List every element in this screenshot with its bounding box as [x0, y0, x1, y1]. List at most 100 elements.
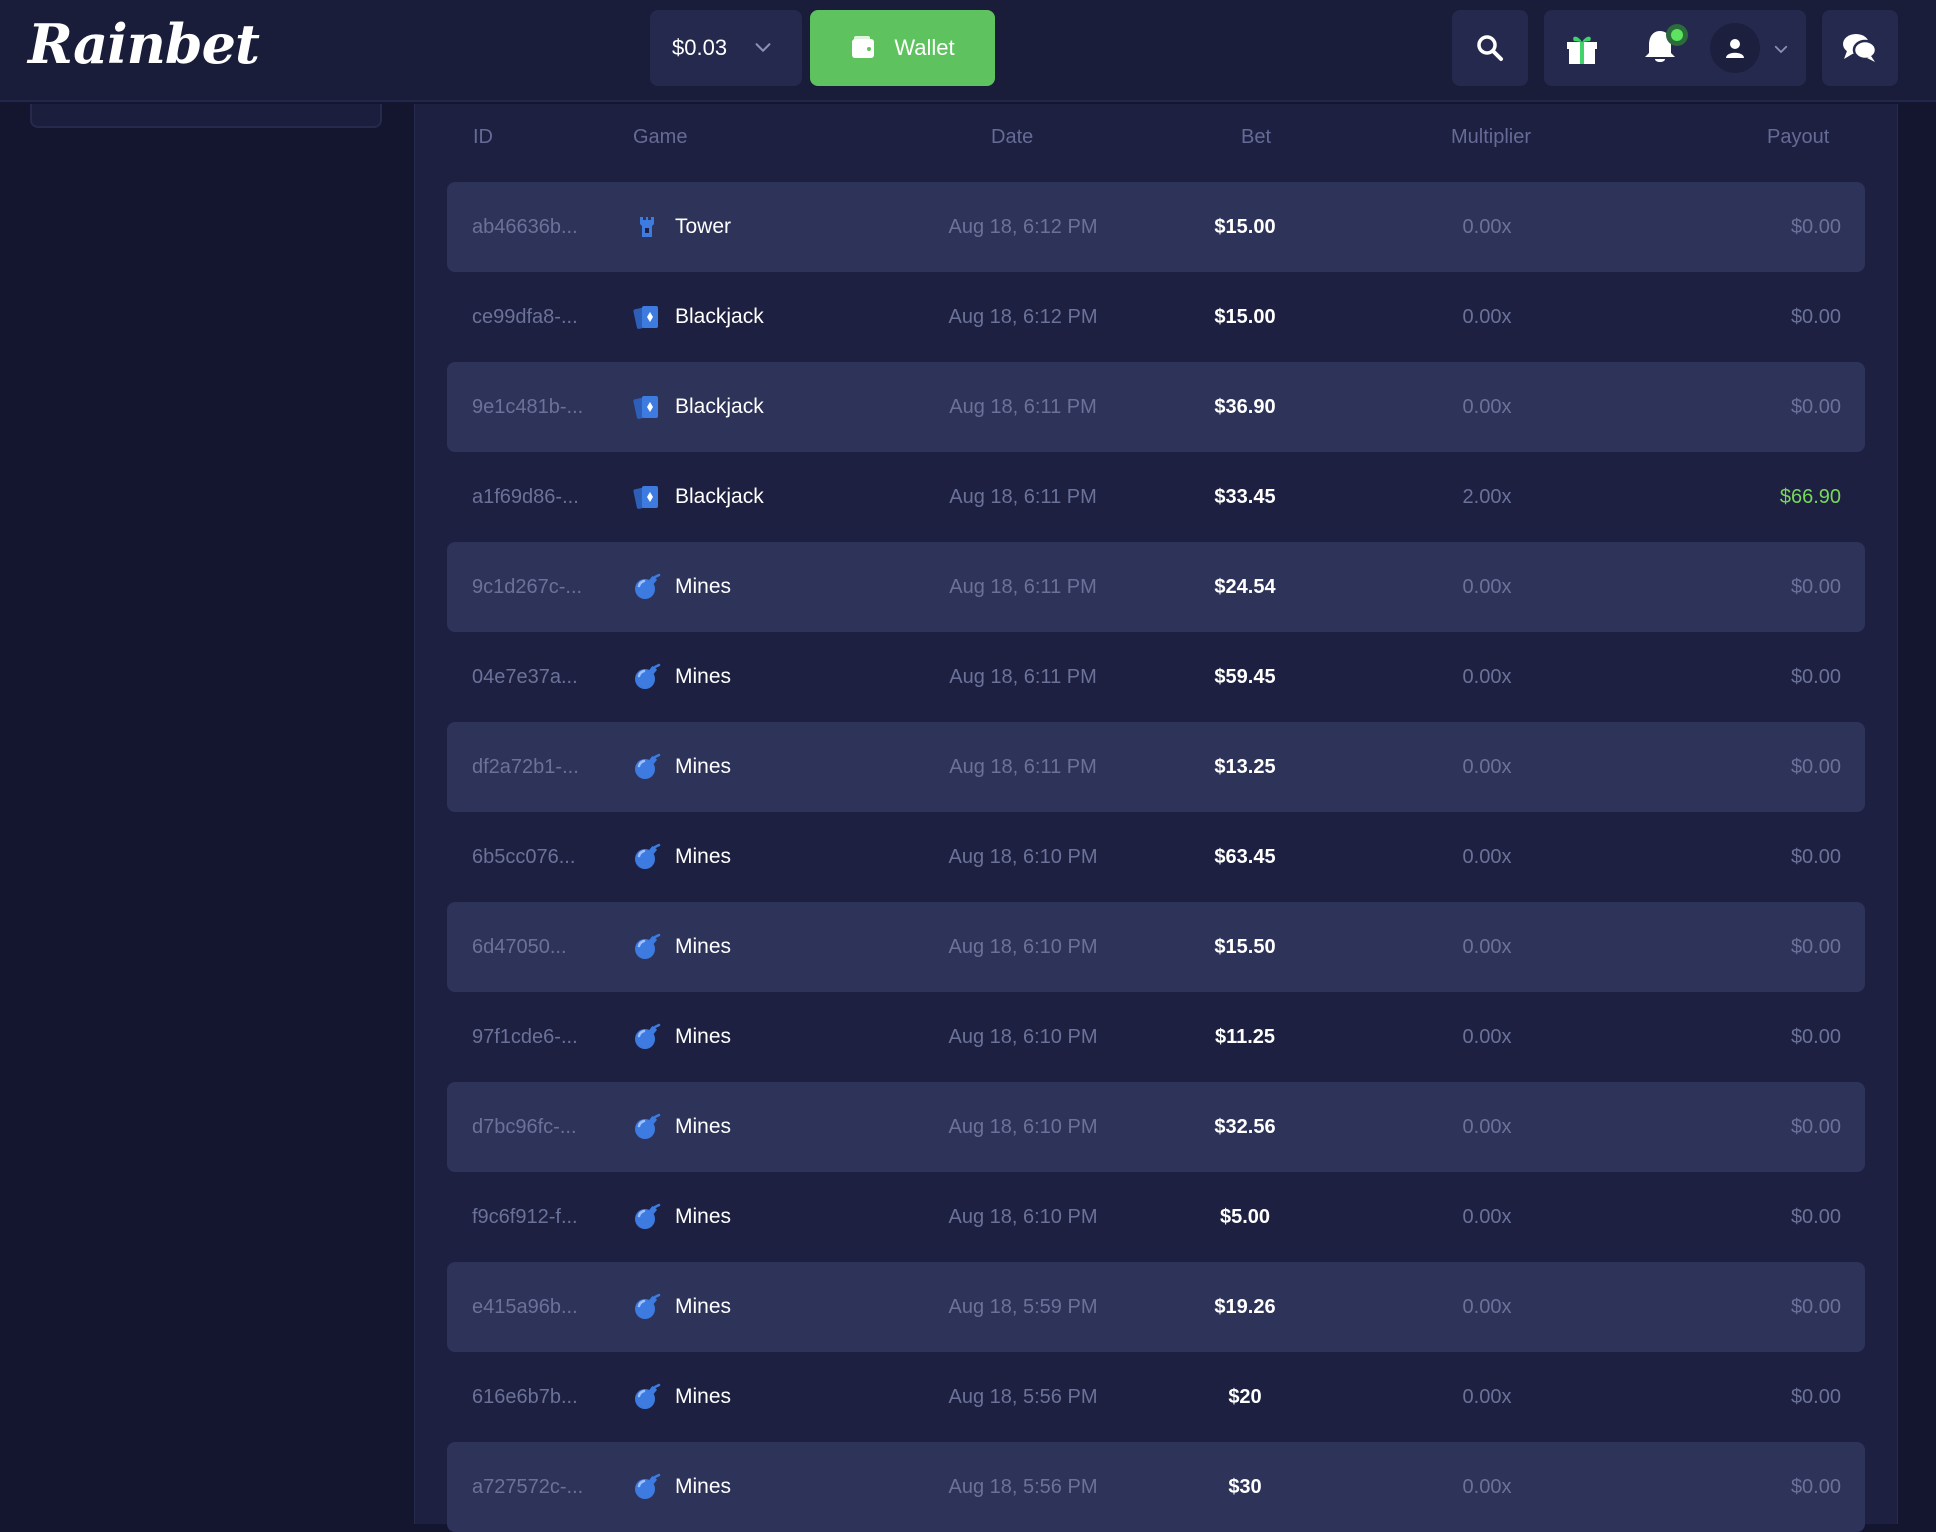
game-cell[interactable]: Tower: [633, 182, 731, 272]
bet-multiplier: 0.00x: [1462, 1385, 1512, 1408]
avatar[interactable]: [1710, 23, 1760, 73]
game-name: Blackjack: [675, 395, 764, 418]
game-cell[interactable]: Mines: [633, 722, 731, 812]
game-cell[interactable]: Mines: [633, 1262, 731, 1352]
game-cell[interactable]: Blackjack: [633, 272, 764, 362]
bet-id[interactable]: a727572c-...: [472, 1442, 583, 1532]
mines-icon: [633, 1293, 661, 1321]
bet-id[interactable]: e415a96b...: [472, 1262, 578, 1352]
table-row[interactable]: 6d47050... Mines Aug 18, 6:10 PM $15.50 0.00…: [447, 902, 1865, 992]
bet-id[interactable]: 9c1d267c-...: [472, 542, 582, 632]
bet-id[interactable]: 6b5cc076...: [472, 812, 575, 902]
bet-multiplier: 0.00x: [1462, 305, 1512, 328]
table-row[interactable]: 04e7e37a... Mines Aug 18, 6:11 PM $59.45 0.0…: [447, 632, 1865, 722]
game-cell[interactable]: Mines: [633, 812, 731, 902]
table-row[interactable]: ce99dfa8-... Blackjack Aug 18, 6:12 PM $15.…: [447, 272, 1865, 362]
bet-payout: $66.90: [1779, 485, 1841, 508]
bet-id[interactable]: 616e6b7b...: [472, 1352, 578, 1442]
bet-id[interactable]: df2a72b1-...: [472, 722, 579, 812]
game-cell[interactable]: Blackjack: [633, 362, 764, 452]
table-row[interactable]: ab46636b... Tower Aug 18, 6:12 PM $15.00 0.0…: [447, 182, 1865, 272]
game-cell[interactable]: Mines: [633, 632, 731, 722]
bet-id[interactable]: ce99dfa8-...: [472, 272, 578, 362]
bet-id[interactable]: ab46636b...: [472, 182, 578, 272]
table-row[interactable]: a1f69d86-... Blackjack Aug 18, 6:11 PM $33.…: [447, 452, 1865, 542]
bet-date: Aug 18, 6:11 PM: [949, 665, 1097, 688]
bet-date: Aug 18, 6:10 PM: [948, 1205, 1098, 1228]
mines-icon: [633, 933, 661, 961]
rainbet-logo[interactable]: Rainbet: [28, 12, 260, 76]
table-row[interactable]: 6b5cc076... Mines Aug 18, 6:10 PM $63.45 0.0…: [447, 812, 1865, 902]
bet-date: Aug 18, 6:11 PM: [949, 485, 1097, 508]
bet-id[interactable]: d7bc96fc-...: [472, 1082, 577, 1172]
notification-dot: [1666, 24, 1688, 46]
bet-history-panel: ID Game Date Bet Multiplier Payout ab466…: [414, 104, 1898, 1532]
mines-icon: [633, 753, 661, 781]
bet-date: Aug 18, 6:12 PM: [948, 305, 1098, 328]
balance-amount: $0.03: [672, 35, 728, 60]
table-row[interactable]: f9c6f912-f... Mines Aug 18, 6:10 PM $5.00 0.…: [447, 1172, 1865, 1262]
bet-id[interactable]: 6d47050...: [472, 902, 567, 992]
bet-multiplier: 2.00x: [1462, 485, 1512, 508]
bet-amount: $15.00: [1214, 305, 1276, 328]
bet-date: Aug 18, 5:56 PM: [948, 1475, 1098, 1498]
game-cell[interactable]: Mines: [633, 1442, 731, 1532]
chevron-down-icon: [755, 43, 771, 53]
bet-id[interactable]: a1f69d86-...: [472, 452, 579, 542]
balance-dropdown[interactable]: $0.03: [650, 10, 802, 86]
bet-id[interactable]: 04e7e37a...: [472, 632, 578, 722]
bet-amount: $63.45: [1214, 845, 1276, 868]
game-cell[interactable]: Blackjack: [633, 452, 764, 542]
chat-icon: [1843, 34, 1878, 62]
bet-multiplier: 0.00x: [1462, 1025, 1512, 1048]
game-cell[interactable]: Mines: [633, 992, 731, 1082]
table-row[interactable]: e415a96b... Mines Aug 18, 5:59 PM $19.26 0.0…: [447, 1262, 1865, 1352]
bet-id[interactable]: f9c6f912-f...: [472, 1172, 578, 1262]
wallet-label: Wallet: [894, 35, 955, 60]
bet-payout: $0.00: [1790, 1205, 1841, 1228]
chevron-down-icon[interactable]: [1772, 40, 1790, 58]
game-name: Mines: [675, 1385, 732, 1408]
game-cell[interactable]: Mines: [633, 1172, 731, 1262]
table-row[interactable]: a727572c-... Mines Aug 18, 5:56 PM $30 0.00x…: [447, 1442, 1865, 1532]
bet-payout: $0.00: [1790, 665, 1841, 688]
bet-date: Aug 18, 6:10 PM: [948, 935, 1098, 958]
bet-id[interactable]: 97f1cde6-...: [472, 992, 578, 1082]
search-button[interactable]: [1452, 10, 1528, 86]
bet-payout: $0.00: [1790, 935, 1841, 958]
table-row[interactable]: d7bc96fc-... Mines Aug 18, 6:10 PM $32.56 0.…: [447, 1082, 1865, 1172]
game-name: Blackjack: [675, 485, 764, 508]
gift-icon[interactable]: [1564, 30, 1600, 66]
game-name: Mines: [675, 935, 732, 958]
table-row[interactable]: 616e6b7b... Mines Aug 18, 5:56 PM $20 0.00x $…: [447, 1352, 1865, 1442]
bet-multiplier: 0.00x: [1462, 215, 1512, 238]
game-cell[interactable]: Mines: [633, 1082, 731, 1172]
bet-amount: $11.25: [1214, 1025, 1276, 1048]
table-row[interactable]: df2a72b1-... Mines Aug 18, 6:11 PM $13.25 0.…: [447, 722, 1865, 812]
bet-amount: $36.90: [1214, 395, 1276, 418]
wallet-button[interactable]: Wallet: [810, 10, 995, 86]
bet-multiplier: 0.00x: [1462, 935, 1512, 958]
game-name: Mines: [675, 1475, 732, 1498]
mines-icon: [633, 573, 661, 601]
bet-amount: $30: [1228, 1475, 1262, 1498]
game-name: Mines: [675, 1295, 732, 1318]
search-icon: [1477, 35, 1503, 61]
game-cell[interactable]: Mines: [633, 902, 731, 992]
bet-payout: $0.00: [1790, 1025, 1841, 1048]
bet-id[interactable]: 9e1c481b-...: [472, 362, 583, 452]
column-header-multiplier: Multiplier: [1451, 126, 1532, 148]
game-cell[interactable]: Mines: [633, 1352, 731, 1442]
table-row[interactable]: 97f1cde6-... Mines Aug 18, 6:10 PM $11.25 0.…: [447, 992, 1865, 1082]
bet-payout: $0.00: [1790, 1295, 1841, 1318]
game-name: Mines: [675, 755, 732, 778]
table-row[interactable]: 9c1d267c-... Mines Aug 18, 6:11 PM $24.54 0.…: [447, 542, 1865, 632]
game-cell[interactable]: Mines: [633, 542, 731, 632]
bet-date: Aug 18, 6:10 PM: [948, 1115, 1098, 1138]
table-row[interactable]: 9e1c481b-... Blackjack Aug 18, 6:11 PM $36.…: [447, 362, 1865, 452]
bet-payout: $0.00: [1790, 215, 1841, 238]
mines-icon: [633, 1473, 661, 1501]
bet-date: Aug 18, 6:10 PM: [948, 845, 1098, 868]
chat-button[interactable]: [1822, 10, 1898, 86]
game-name: Blackjack: [675, 305, 764, 328]
